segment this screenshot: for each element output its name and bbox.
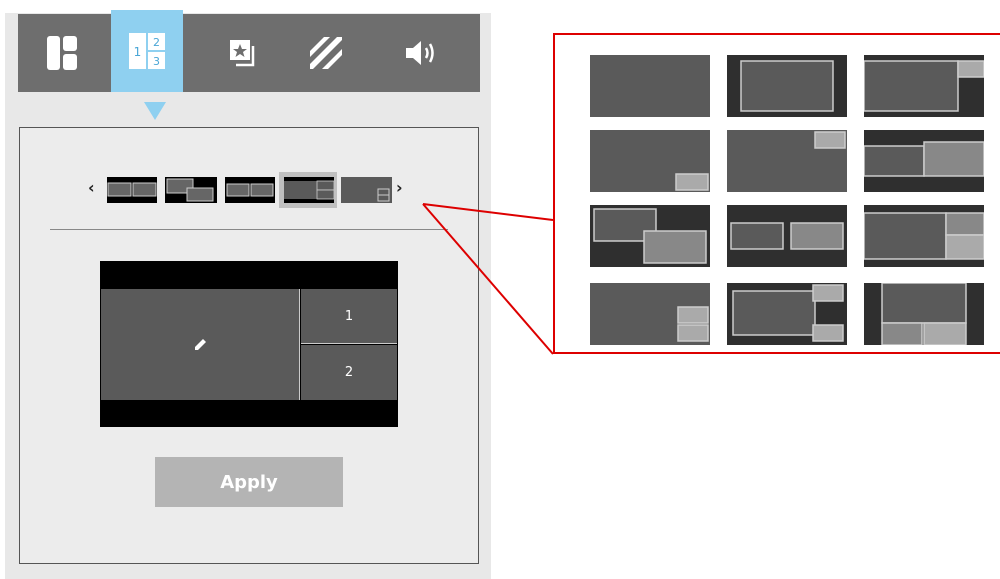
main-window-slot[interactable] [101,289,300,400]
numbered-layout-icon: 1 2 3 [129,33,165,69]
layout-thumb-4[interactable] [284,177,334,203]
layout-grid-button[interactable] [26,14,98,92]
window-slot-2[interactable]: 2 [301,345,397,400]
layout-option-main-two-right[interactable] [864,205,984,267]
layout-option-top-two-bottom[interactable] [864,283,984,345]
layout-option-overlap[interactable] [590,205,710,267]
layout-option-two-equal[interactable] [727,205,847,267]
svg-text:3: 3 [153,55,160,68]
layout-option-pip-bottom-right[interactable] [590,130,710,192]
carousel-next-button[interactable]: › [396,178,403,197]
layout-option-side-by-side-unequal[interactable] [864,130,984,192]
divider [50,229,448,230]
star-window-button[interactable] [207,14,279,92]
layout-option-pip-top-right-small[interactable] [727,130,847,192]
carousel-prev-button[interactable]: ‹ [88,178,95,197]
pencil-icon [195,338,206,350]
diagonal-stripes-icon [310,37,342,69]
window-slot-1[interactable]: 1 [301,289,397,344]
layout-grid-icon [47,36,77,70]
apply-button[interactable]: Apply [155,457,343,507]
layout-thumb-5[interactable] [341,177,392,203]
volume-button[interactable] [386,14,458,92]
layout-option-full[interactable] [590,55,710,117]
layout-option-centered[interactable] [727,55,847,117]
numbered-layout-button[interactable]: 1 2 3 [111,10,183,92]
layout-thumb-3[interactable] [225,177,275,203]
layout-option-center-corner-pips[interactable] [727,283,847,345]
toolbar: 1 2 3 [18,10,480,92]
svg-text:1: 1 [134,45,142,59]
speaker-icon [406,41,434,65]
layout-option-pip-top-right[interactable] [864,55,984,117]
svg-text:2: 2 [153,36,160,49]
layout-option-main-stack-right[interactable] [590,283,710,345]
star-window-icon [230,40,255,67]
layout-preview: 1 2 [100,261,398,427]
active-tab-pointer [144,102,166,120]
layout-thumb-2[interactable] [165,177,217,203]
diagonal-stripes-button[interactable] [290,14,362,92]
layout-options-callout [553,33,1000,354]
layout-thumb-1[interactable] [107,177,157,203]
